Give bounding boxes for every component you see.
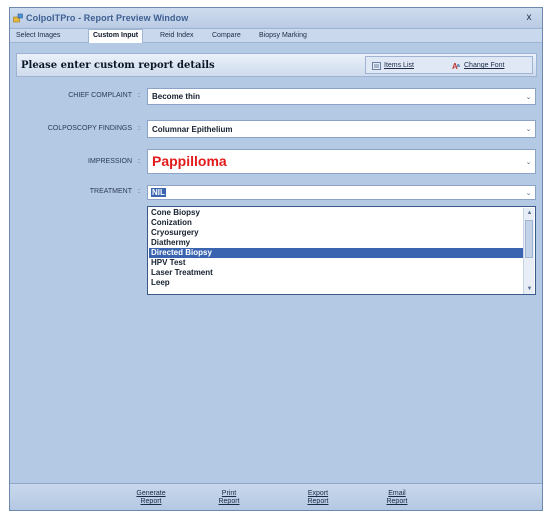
tab-reid-index[interactable]: Reid Index	[156, 30, 197, 42]
app-icon	[13, 13, 23, 23]
print-report-button[interactable]: Print Report	[199, 487, 259, 509]
chevron-down-icon[interactable]: ⌄	[524, 189, 533, 197]
separator: :	[138, 158, 140, 165]
print-report-label-2: Report	[218, 498, 240, 505]
impression-combo[interactable]: Pappilloma ⌄	[147, 149, 536, 174]
treatment-dropdown-list[interactable]: Cone Biopsy Conization Cryosurgery Diath…	[147, 206, 536, 295]
email-report-label-1: Email	[388, 490, 406, 497]
list-item[interactable]: Laser Treatment	[149, 268, 523, 278]
list-item[interactable]: Cryosurgery	[149, 228, 523, 238]
close-icon[interactable]: x	[522, 11, 536, 25]
custom-input-header: Please enter custom report details Items…	[16, 53, 537, 77]
tab-compare[interactable]: Compare	[208, 30, 245, 42]
chevron-down-icon[interactable]: ⌄	[524, 93, 533, 101]
change-font-button[interactable]: A a Change Font	[450, 59, 504, 72]
items-list-label: Items List	[384, 62, 414, 69]
header-toolbar: Items List A a Change Font	[365, 56, 533, 74]
print-report-label-1: Print	[221, 490, 237, 497]
footer-toolbar: Generate Report Print Report Export Repo…	[10, 483, 542, 510]
separator: :	[138, 188, 140, 195]
list-item[interactable]: Leep	[149, 278, 523, 288]
font-icon: A a	[452, 62, 460, 70]
page-title: Please enter custom report details	[21, 60, 215, 71]
email-report-label-2: Report	[386, 498, 408, 505]
report-preview-window: ColpoITPro - Report Preview Window x Sel…	[9, 7, 543, 511]
export-report-button[interactable]: Export Report	[288, 487, 348, 509]
svg-text:a: a	[457, 63, 460, 69]
generate-report-label-2: Report	[140, 498, 162, 505]
generate-report-label-1: Generate	[136, 490, 166, 497]
tab-select-images[interactable]: Select Images	[12, 30, 64, 42]
chevron-down-icon[interactable]: ⌄	[524, 158, 533, 166]
list-item[interactable]: Diathermy	[149, 238, 523, 248]
list-item[interactable]: Conization	[149, 218, 523, 228]
treatment-combo[interactable]: NIL ⌄	[147, 185, 536, 200]
scroll-down-icon[interactable]: ▼	[524, 284, 535, 294]
treatment-label: TREATMENT	[89, 188, 132, 195]
scroll-thumb[interactable]	[525, 220, 533, 258]
email-report-button[interactable]: Email Report	[367, 487, 427, 509]
colposcopy-findings-label: COLPOSCOPY FINDINGS	[47, 125, 132, 132]
list-item[interactable]: HPV Test	[149, 258, 523, 268]
colposcopy-findings-combo[interactable]: Columnar Epithelium ⌄	[147, 120, 536, 138]
window-title: ColpoITPro - Report Preview Window	[26, 13, 189, 23]
items-list-button[interactable]: Items List	[370, 59, 414, 72]
impression-value: Pappilloma	[152, 153, 227, 169]
separator: :	[138, 92, 140, 99]
separator: :	[138, 125, 140, 132]
tab-bar: Select Images Custom Input Reid Index Co…	[10, 29, 542, 43]
chief-complaint-label: CHIEF COMPLAINT	[68, 92, 132, 99]
treatment-value: NIL	[151, 188, 166, 197]
list-icon	[372, 62, 381, 70]
scroll-up-icon[interactable]: ▲	[524, 208, 535, 218]
title-bar: ColpoITPro - Report Preview Window x	[10, 8, 542, 29]
dropdown-scrollbar[interactable]: ▲ ▼	[523, 208, 534, 294]
tab-biopsy-marking[interactable]: Biopsy Marking	[255, 30, 311, 42]
tab-custom-input[interactable]: Custom Input	[88, 29, 144, 43]
chief-complaint-combo[interactable]: Become thin ⌄	[147, 88, 536, 105]
change-font-label: Change Font	[464, 62, 505, 69]
impression-label: IMPRESSION	[88, 158, 132, 165]
export-report-label-1: Export	[307, 490, 329, 497]
export-report-label-2: Report	[307, 498, 329, 505]
chevron-down-icon[interactable]: ⌄	[524, 125, 533, 133]
list-item-selected[interactable]: Directed Biopsy	[149, 248, 523, 258]
chief-complaint-value: Become thin	[152, 92, 201, 101]
list-item[interactable]: Cone Biopsy	[149, 208, 523, 218]
colposcopy-findings-value: Columnar Epithelium	[152, 125, 233, 134]
generate-report-button[interactable]: Generate Report	[121, 487, 181, 509]
